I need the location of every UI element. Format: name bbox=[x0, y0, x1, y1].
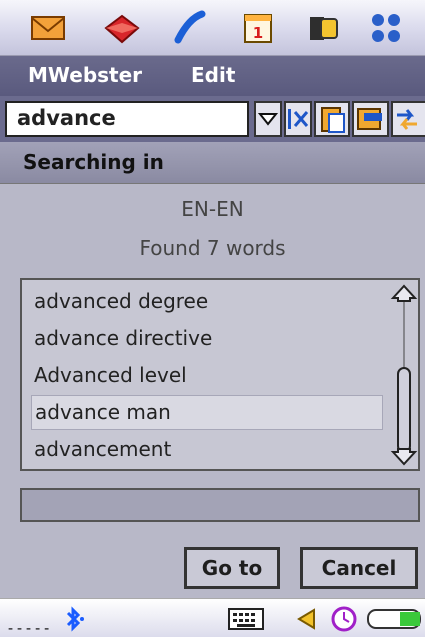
searching-heading: Searching in bbox=[23, 150, 164, 174]
paste-icon bbox=[321, 107, 345, 133]
dropdown-button[interactable] bbox=[254, 101, 282, 137]
keyboard-icon[interactable] bbox=[228, 607, 264, 631]
paste-button[interactable] bbox=[314, 101, 350, 137]
dropdown-icon bbox=[257, 113, 279, 126]
swap-icon bbox=[397, 109, 417, 130]
speaker-icon[interactable] bbox=[296, 606, 320, 632]
scroll-down-icon bbox=[390, 448, 418, 466]
bluetooth-icon bbox=[66, 606, 84, 632]
list-item[interactable]: Advanced level bbox=[31, 358, 383, 393]
menu-grid-icon[interactable] bbox=[368, 10, 404, 46]
scrollbar[interactable] bbox=[390, 282, 418, 467]
search-input-value: advance bbox=[17, 106, 116, 130]
menu-bar: MWebster Edit bbox=[0, 56, 425, 96]
svg-text:1: 1 bbox=[253, 24, 263, 42]
calendar-icon[interactable]: 1 bbox=[240, 10, 276, 46]
status-bar: ----- bbox=[0, 598, 425, 637]
clock-icon[interactable] bbox=[330, 605, 358, 633]
contacts-icon[interactable] bbox=[306, 10, 342, 46]
list-item[interactable]: advancement bbox=[31, 432, 383, 467]
phone-icon[interactable] bbox=[172, 10, 208, 46]
copy-button[interactable] bbox=[352, 101, 389, 137]
signal-indicator: ----- bbox=[6, 619, 52, 637]
searching-header: Searching in bbox=[0, 142, 425, 184]
cancel-button[interactable]: Cancel bbox=[300, 547, 418, 589]
list-item[interactable]: advance directive bbox=[31, 321, 383, 356]
goto-button[interactable]: Go to bbox=[184, 547, 280, 589]
menu-mwebster[interactable]: MWebster bbox=[28, 63, 142, 87]
battery-icon bbox=[367, 609, 421, 629]
mail-icon[interactable] bbox=[30, 10, 66, 46]
results-list[interactable]: advanced degree advance directive Advanc… bbox=[20, 278, 420, 471]
progress-bar bbox=[20, 488, 420, 522]
copy-icon bbox=[357, 108, 382, 130]
swap-button[interactable] bbox=[391, 101, 425, 137]
search-input[interactable]: advance bbox=[5, 101, 249, 137]
dictionary-label: EN-EN bbox=[181, 197, 244, 221]
list-item[interactable]: advanced degree bbox=[31, 284, 383, 319]
scroll-up-icon bbox=[390, 284, 418, 302]
launcher-bar: 1 bbox=[0, 0, 425, 56]
scroll-thumb bbox=[397, 367, 411, 453]
list-item-selected[interactable]: advance man bbox=[31, 395, 383, 430]
clear-button[interactable] bbox=[284, 101, 312, 137]
clear-icon bbox=[288, 109, 309, 129]
gem-icon[interactable] bbox=[102, 10, 140, 46]
menu-edit[interactable]: Edit bbox=[191, 63, 235, 87]
result-count: Found 7 words bbox=[139, 236, 286, 260]
